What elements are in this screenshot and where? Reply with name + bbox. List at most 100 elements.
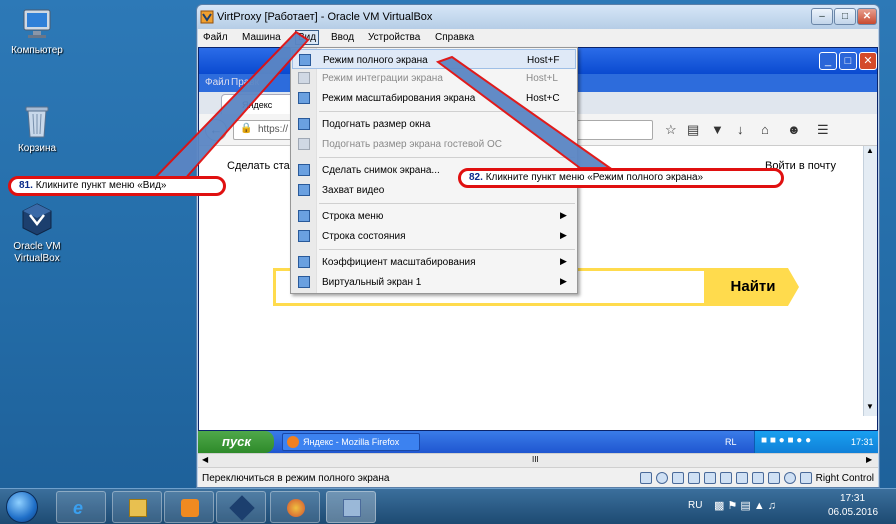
guest-minimize-button[interactable]: _ [819, 52, 837, 70]
menu-item-menu-bar[interactable]: Строка меню ▶ [292, 206, 576, 226]
shared-folders-icon[interactable] [720, 472, 732, 484]
pocket-icon[interactable]: ▼ [711, 122, 724, 137]
desktop-icon-label: Компьютер [11, 45, 63, 56]
scale-mode-icon [298, 92, 310, 104]
network-icon[interactable] [688, 472, 700, 484]
url-text: https:// [258, 124, 289, 135]
reader-icon[interactable]: ▤ [687, 122, 699, 138]
minimize-button[interactable]: – [811, 8, 833, 25]
annotation-text: Кликните пункт меню «Вид» [35, 180, 167, 191]
hdd-icon[interactable] [640, 472, 652, 484]
guest-lang[interactable]: RL [725, 437, 737, 447]
scroll-down-icon[interactable]: ▼ [866, 402, 874, 411]
keyboard-capture-icon[interactable] [800, 472, 812, 484]
search-button[interactable]: Найти [707, 268, 799, 306]
usb-icon[interactable] [704, 472, 716, 484]
mouse-integration-icon[interactable] [784, 472, 796, 484]
menu-item-fullscreen[interactable]: Режим полного экрана Host+F [292, 49, 576, 69]
menu-item-label: Режим масштабирования экрана [322, 93, 476, 104]
video-capture-icon [298, 184, 310, 196]
guest-taskbar-item[interactable]: Яндекс - Mozilla Firefox [282, 433, 420, 451]
menu-file[interactable]: Файл [203, 32, 228, 43]
desktop-icon-label: Корзина [17, 143, 57, 154]
start-orb-icon[interactable] [6, 491, 38, 523]
folder-icon [129, 499, 147, 517]
desktop-icon-virtualbox[interactable]: Oracle VM VirtualBox [0, 202, 77, 265]
fullscreen-icon [299, 54, 311, 66]
menu-item-label: Подогнать размер окна [322, 119, 431, 130]
virtual-screen-icon [298, 276, 310, 288]
paint-icon [287, 499, 305, 517]
menu-item-scale-factor[interactable]: Коэффициент масштабирования ▶ [292, 252, 576, 272]
menu-item-scale-mode[interactable]: Режим масштабирования экрана Host+C [292, 88, 576, 108]
virtualbox-small-icon [200, 10, 214, 24]
menu-bar-icon [298, 210, 310, 222]
guest-autoresize-icon [298, 138, 310, 150]
menu-view[interactable]: Вид [295, 30, 320, 45]
tab-label: Яндекс [242, 100, 273, 110]
video-capture-status-icon[interactable] [752, 472, 764, 484]
bookmark-star-icon[interactable]: ☆ [665, 122, 677, 138]
task-label: Яндекс - Mozilla Firefox [303, 437, 400, 447]
seamless-icon [298, 72, 310, 84]
window-titlebar[interactable]: VirtProxy [Работает] - Oracle VM Virtual… [197, 5, 879, 29]
guest-maximize-button[interactable]: □ [839, 52, 857, 70]
media-player-icon [181, 499, 199, 517]
cpu-icon[interactable] [768, 472, 780, 484]
host-key-label: Right Control [815, 473, 874, 484]
annotation-step-number: 82. [469, 172, 483, 183]
taskbar-virtualbox-button[interactable] [216, 491, 266, 523]
audio-icon[interactable] [672, 472, 684, 484]
scale-factor-icon [298, 256, 310, 268]
computer-icon [23, 9, 51, 38]
browser-tab[interactable]: Яндекс [221, 94, 301, 114]
menu-item-virtual-screen[interactable]: Виртуальный экран 1 ▶ [292, 272, 576, 292]
taskbar-vm-button[interactable] [326, 491, 376, 523]
home-icon[interactable]: ⌂ [761, 122, 769, 137]
maximize-button[interactable]: □ [834, 8, 856, 25]
display-icon[interactable] [736, 472, 748, 484]
ff-menu-file[interactable]: Файл [205, 77, 230, 88]
host-taskbar: e RU ▩ ⚑ ▤ ▲ ♫ 17:31 06.05.2016 [0, 488, 896, 524]
guest-start-button[interactable]: пуск [198, 431, 274, 453]
ff-menu-edit[interactable]: Правк [231, 77, 259, 88]
annotation-step-82: 82. Кликните пункт меню «Режим полного э… [458, 168, 784, 188]
scroll-right-icon[interactable]: ▶ [866, 455, 872, 464]
clock-date[interactable]: 06.05.2016 [828, 507, 878, 518]
desktop-icon-recycle-bin[interactable]: Корзина [0, 104, 77, 155]
menu-devices[interactable]: Устройства [368, 32, 420, 43]
smiley-icon[interactable]: ☻ [787, 122, 801, 137]
menu-machine[interactable]: Машина [242, 32, 281, 43]
taskbar-ie-button[interactable]: e [56, 491, 106, 523]
download-icon[interactable]: ↓ [737, 122, 744, 137]
menu-item-label: Режим интеграции экрана [322, 73, 443, 84]
firefox-icon [287, 436, 299, 448]
guest-close-button[interactable]: ✕ [859, 52, 877, 70]
status-bar-icon [298, 230, 310, 242]
language-indicator[interactable]: RU [688, 500, 702, 511]
close-button[interactable]: ✕ [857, 8, 877, 25]
virtualbox-icon [22, 203, 52, 236]
menu-help[interactable]: Справка [435, 32, 474, 43]
menu-item-status-bar[interactable]: Строка состояния ▶ [292, 226, 576, 246]
make-start-page-link[interactable]: Сделать стар [227, 160, 296, 172]
optical-icon[interactable] [656, 472, 668, 484]
menu-item-label: Подогнать размер экрана гостевой ОС [322, 139, 502, 150]
taskbar-media-button[interactable] [164, 491, 214, 523]
taskbar-paint-button[interactable] [270, 491, 320, 523]
menu-item-label: Захват видео [322, 185, 385, 196]
menu-item-label: Сделать снимок экрана... [322, 165, 440, 176]
desktop-icon-computer[interactable]: Компьютер [0, 8, 77, 57]
window-title: VirtProxy [Работает] - Oracle VM Virtual… [217, 11, 433, 23]
clock-time[interactable]: 17:31 [840, 493, 865, 504]
page-scrollbar[interactable]: ▲ ▼ [863, 146, 877, 416]
scroll-left-icon[interactable]: ◀ [202, 455, 208, 464]
taskbar-explorer-button[interactable] [112, 491, 162, 523]
menu-input[interactable]: Ввод [331, 32, 354, 43]
horizontal-scrollbar[interactable]: ◀ III ▶ [198, 453, 878, 467]
hamburger-menu-icon[interactable]: ☰ [817, 122, 829, 138]
menu-item-adjust-window[interactable]: Подогнать размер окна [292, 114, 576, 134]
recycle-bin-icon [25, 106, 49, 138]
back-button[interactable]: ← [205, 119, 227, 141]
scroll-up-icon[interactable]: ▲ [866, 146, 874, 155]
